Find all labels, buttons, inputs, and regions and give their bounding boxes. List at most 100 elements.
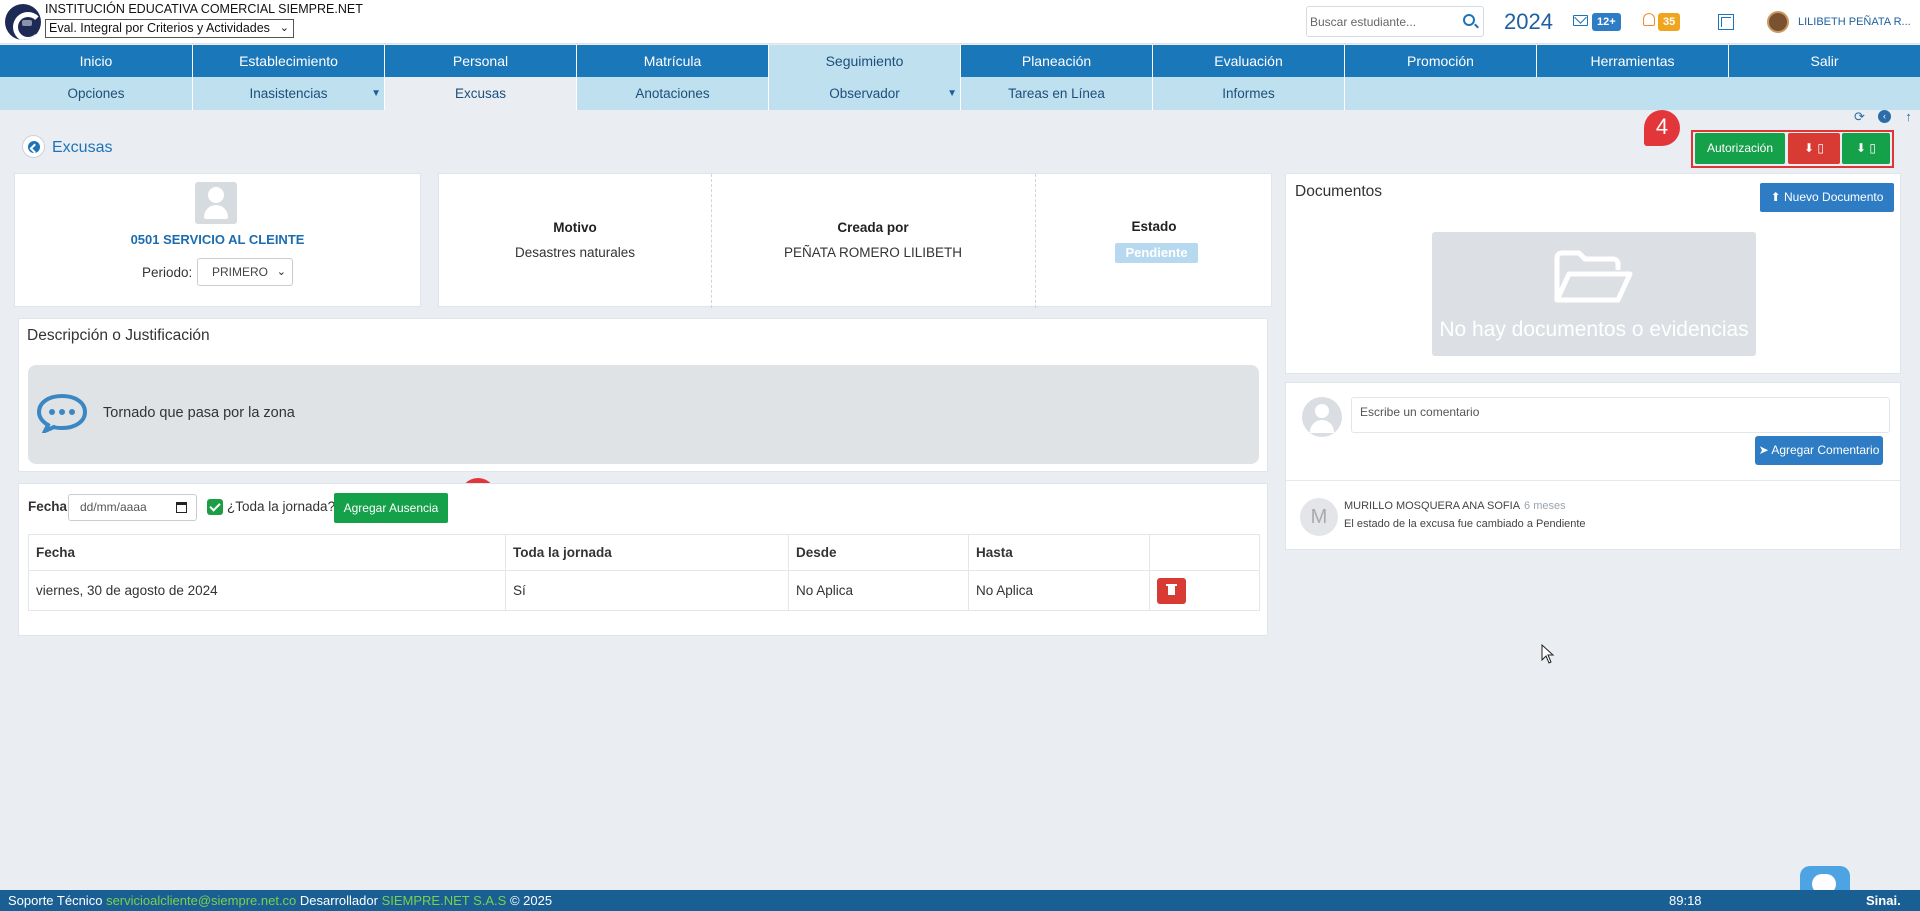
cell-actions <box>1149 570 1260 611</box>
download-excel-icon: ⬇ ▯ <box>1856 141 1876 155</box>
footer-bar: Soporte Técnico servicioalcliente@siempr… <box>0 890 1920 911</box>
divider <box>1035 174 1036 308</box>
status-badge[interactable]: Pendiente <box>1115 243 1198 263</box>
notifications-badge[interactable]: 35 <box>1658 13 1681 31</box>
add-absence-button[interactable]: Agregar Ausencia <box>334 493 448 523</box>
mail-icon[interactable] <box>1573 15 1588 26</box>
nav-seguimiento[interactable]: Seguimiento <box>769 45 961 77</box>
developer-label: Desarrollador <box>299 893 378 908</box>
subnav-anotaciones[interactable]: Anotaciones <box>577 77 769 110</box>
page-title[interactable]: Excusas <box>52 139 112 157</box>
upload-icon: ⬆ <box>1770 190 1784 204</box>
copyright: © 2025 <box>509 893 553 908</box>
user-name[interactable]: LILIBETH PEÑATA R... <box>1798 16 1911 28</box>
col-fecha: Fecha <box>28 534 506 571</box>
institution-logo[interactable] <box>5 4 41 40</box>
main-nav: Inicio Establecimiento Personal Matrícul… <box>0 45 1920 77</box>
subnav-excusas[interactable]: Excusas <box>385 77 577 110</box>
student-name[interactable]: 0501 SERVICIO AL CLEINTE <box>15 232 420 247</box>
table-header-row: Fecha Toda la jornada Desde Hasta <box>28 534 1260 571</box>
excuse-info-card: Motivo Desastres naturales Creada por PE… <box>438 173 1272 308</box>
student-card: 0501 SERVICIO AL CLEINTE Periodo: PRIMER… <box>14 173 421 307</box>
absence-table: Fecha Toda la jornada Desde Hasta vierne… <box>28 534 1260 611</box>
date-placeholder: dd/mm/aaaa <box>80 500 147 514</box>
subnav-opciones[interactable]: Opciones <box>0 77 193 110</box>
subnav-informes[interactable]: Informes <box>1153 77 1345 110</box>
student-search-input[interactable]: Buscar estudiante... <box>1306 6 1484 37</box>
empty-documents-box: No hay documentos o evidencias <box>1432 232 1756 356</box>
refresh-icon[interactable]: ⟳ <box>1853 110 1866 123</box>
comments-card: Escribe un comentario ➤ Agregar Comentar… <box>1285 382 1901 550</box>
download-excel-button[interactable]: ⬇ ▯ <box>1842 133 1890 164</box>
add-comment-button[interactable]: ➤ Agregar Comentario <box>1755 436 1883 465</box>
cell-desde: No Aplica <box>788 570 969 611</box>
download-pdf-button[interactable]: ⬇ ▯ <box>1788 133 1840 164</box>
add-comment-label: Agregar Comentario <box>1771 443 1880 457</box>
footer-left: Soporte Técnico servicioalcliente@siempr… <box>8 890 552 911</box>
documents-title: Documentos <box>1295 183 1383 200</box>
nav-herramientas[interactable]: Herramientas <box>1537 45 1729 77</box>
table-row: viernes, 30 de agosto de 2024 Sí No Apli… <box>28 570 1260 611</box>
col-toda: Toda la jornada <box>505 534 789 571</box>
marker-4: 4 <box>1644 110 1680 146</box>
cube-icon[interactable] <box>1718 14 1734 30</box>
date-input[interactable]: dd/mm/aaaa <box>68 494 197 521</box>
absence-card: Fecha dd/mm/aaaa ¿Toda la jornada? Agreg… <box>18 483 1268 636</box>
subnav-observador-label: Observador <box>829 86 900 101</box>
sub-nav: Opciones Inasistencias ▼ Excusas Anotaci… <box>0 77 1920 110</box>
nav-evaluacion[interactable]: Evaluación <box>1153 45 1345 77</box>
nav-establecimiento[interactable]: Establecimiento <box>193 45 385 77</box>
description-box: Tornado que pasa por la zona <box>28 365 1259 464</box>
chevron-down-icon: ⌄ <box>279 22 289 34</box>
messages-badge[interactable]: 12+ <box>1592 13 1621 31</box>
arrow-up-icon[interactable]: ↑ <box>1902 110 1915 123</box>
bell-icon[interactable] <box>1643 13 1655 26</box>
back-arrow-icon[interactable] <box>22 135 45 158</box>
new-document-button[interactable]: ⬆ Nuevo Documento <box>1760 183 1894 212</box>
period-select[interactable]: PRIMERO ⌄ <box>197 258 293 286</box>
delete-trash-icon[interactable] <box>1157 577 1186 604</box>
cell-hasta: No Aplica <box>968 570 1150 611</box>
nav-inicio[interactable]: Inicio <box>0 45 193 77</box>
support-email-link[interactable]: servicioalcliente@siempre.net.co <box>106 893 296 908</box>
subnav-inasistencias[interactable]: Inasistencias ▼ <box>193 77 385 110</box>
nav-personal[interactable]: Personal <box>385 45 577 77</box>
subnav-observador[interactable]: Observador ▼ <box>769 77 961 110</box>
empty-documents-text: No hay documentos o evidencias <box>1439 318 1749 341</box>
session-clock: 89:18 <box>1669 893 1702 908</box>
comment-text: El estado de la excusa fue cambiado a Pe… <box>1344 518 1586 530</box>
subnav-inasistencias-label: Inasistencias <box>249 86 328 101</box>
top-header: INSTITUCIÓN EDUCATIVA COMERCIAL SIEMPRE.… <box>0 0 1920 44</box>
col-hasta: Hasta <box>968 534 1150 571</box>
nav-matricula[interactable]: Matrícula <box>577 45 769 77</box>
nav-promocion[interactable]: Promoción <box>1345 45 1537 77</box>
year-label[interactable]: 2024 <box>1504 9 1553 35</box>
cell-fecha: viernes, 30 de agosto de 2024 <box>28 570 506 611</box>
comment-input[interactable]: Escribe un comentario <box>1351 397 1890 433</box>
search-icon[interactable] <box>1463 14 1475 26</box>
fullday-checkbox[interactable] <box>207 499 223 515</box>
user-avatar[interactable] <box>1767 11 1789 33</box>
motivo-label: Motivo <box>553 220 597 235</box>
nav-salir[interactable]: Salir <box>1729 45 1920 77</box>
subnav-tareas[interactable]: Tareas en Línea <box>961 77 1153 110</box>
new-document-label: Nuevo Documento <box>1784 190 1884 204</box>
chevron-down-icon: ⌄ <box>276 266 286 278</box>
nav-planeacion[interactable]: Planeación <box>961 45 1153 77</box>
description-title: Descripción o Justificación <box>27 327 210 344</box>
motivo-value: Desastres naturales <box>514 245 636 260</box>
calendar-icon[interactable] <box>176 502 187 513</box>
description-text: Tornado que pasa por la zona <box>103 405 295 421</box>
developer-link[interactable]: SIEMPRE.NET S.A.S <box>382 893 507 908</box>
evaluation-select[interactable]: Eval. Integral por Criterios y Actividad… <box>45 19 294 38</box>
back-circle-icon[interactable]: ‹ <box>1878 110 1891 123</box>
authorization-button[interactable]: Autorización <box>1695 133 1785 164</box>
folder-open-icon <box>1554 250 1633 303</box>
divider <box>711 174 712 308</box>
institution-name: INSTITUCIÓN EDUCATIVA COMERCIAL SIEMPRE.… <box>45 2 363 16</box>
search-placeholder: Buscar estudiante... <box>1310 15 1417 29</box>
estado-label: Estado <box>1131 219 1177 234</box>
comment-time: 6 meses <box>1524 500 1566 512</box>
col-actions <box>1149 534 1260 571</box>
col-desde: Desde <box>788 534 969 571</box>
